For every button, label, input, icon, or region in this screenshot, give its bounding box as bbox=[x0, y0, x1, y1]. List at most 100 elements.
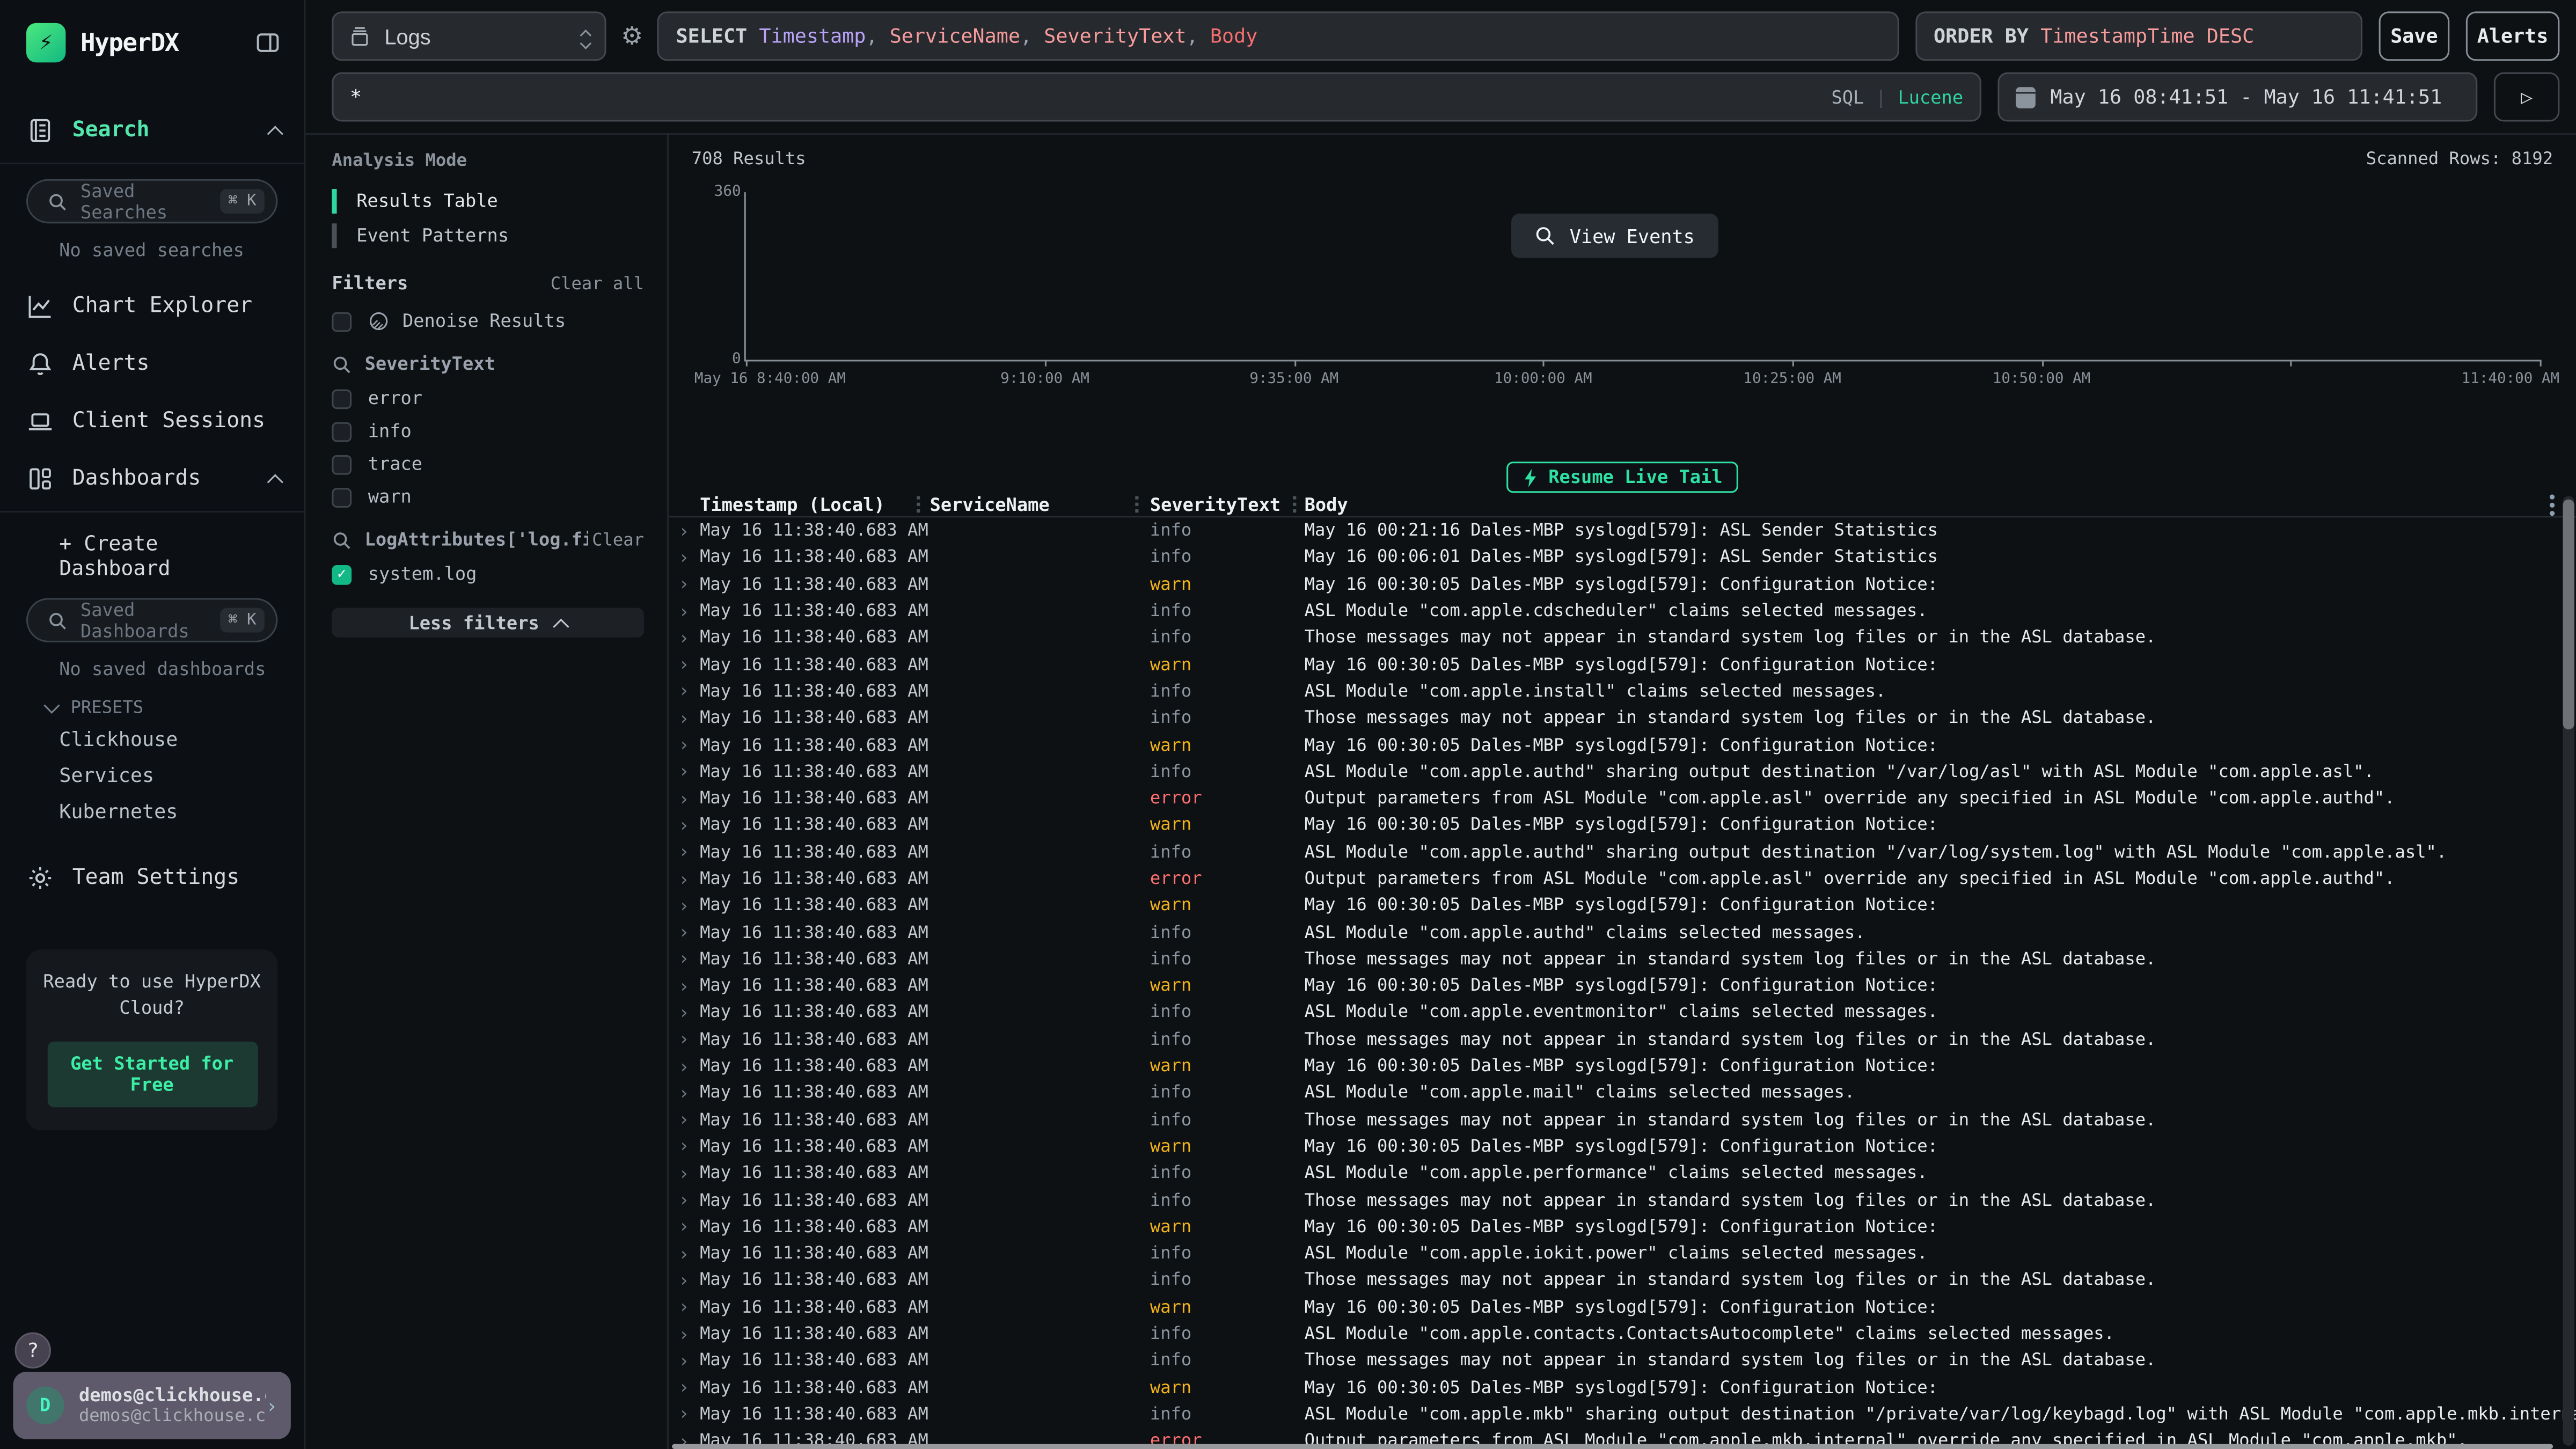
table-row[interactable]: › May 16 11:38:40.683 AM warn May 16 00:… bbox=[669, 812, 2576, 839]
expand-chevron-icon[interactable]: › bbox=[678, 1190, 689, 1211]
checkbox[interactable] bbox=[332, 487, 352, 507]
table-row[interactable]: › May 16 11:38:40.683 AM info May 16 00:… bbox=[669, 517, 2576, 544]
preset-item[interactable]: Clickhouse bbox=[0, 721, 304, 757]
expand-chevron-icon[interactable]: › bbox=[678, 1029, 689, 1050]
severity-filter-option[interactable]: info bbox=[332, 421, 644, 442]
table-row[interactable]: › May 16 11:38:40.683 AM info ASL Module… bbox=[669, 999, 2576, 1026]
run-query-button[interactable]: ▷ bbox=[2494, 72, 2559, 122]
table-row[interactable]: › May 16 11:38:40.683 AM info ASL Module… bbox=[669, 1240, 2576, 1267]
checkbox[interactable] bbox=[332, 454, 352, 474]
lucene-toggle[interactable]: Lucene bbox=[1898, 86, 1963, 108]
sidebar-item-dashboards[interactable]: Dashboards bbox=[0, 450, 304, 508]
table-row[interactable]: › May 16 11:38:40.683 AM warn May 16 00:… bbox=[669, 731, 2576, 758]
table-row[interactable]: › May 16 11:38:40.683 AM info ASL Module… bbox=[669, 1160, 2576, 1187]
expand-chevron-icon[interactable]: › bbox=[678, 574, 689, 595]
table-row[interactable]: › May 16 11:38:40.683 AM warn May 16 00:… bbox=[669, 571, 2576, 598]
expand-chevron-icon[interactable]: › bbox=[678, 734, 689, 756]
table-row[interactable]: › May 16 11:38:40.683 AM info Those mess… bbox=[669, 1348, 2576, 1374]
expand-chevron-icon[interactable]: › bbox=[678, 1056, 689, 1077]
expand-chevron-icon[interactable]: › bbox=[678, 1216, 689, 1238]
table-row[interactable]: › May 16 11:38:40.683 AM info Those mess… bbox=[669, 1026, 2576, 1053]
expand-chevron-icon[interactable]: › bbox=[678, 1350, 689, 1372]
preset-item[interactable]: Kubernetes bbox=[0, 794, 304, 830]
column-separator[interactable] bbox=[1135, 496, 1138, 513]
table-row[interactable]: › May 16 11:38:40.683 AM error Output pa… bbox=[669, 785, 2576, 812]
table-row[interactable]: › May 16 11:38:40.683 AM info ASL Module… bbox=[669, 1321, 2576, 1348]
table-row[interactable]: › May 16 11:38:40.683 AM info Those mess… bbox=[669, 1187, 2576, 1213]
column-header-severitytext[interactable]: SeverityText bbox=[1150, 494, 1280, 515]
presets-header[interactable]: PRESETS bbox=[0, 683, 304, 721]
column-header-servicename[interactable]: ServiceName bbox=[930, 494, 1050, 515]
source-selector[interactable]: Logs bbox=[332, 11, 606, 61]
clear-all-button[interactable]: Clear all bbox=[551, 274, 644, 294]
expand-chevron-icon[interactable]: › bbox=[678, 601, 689, 622]
table-row[interactable]: › May 16 11:38:40.683 AM info ASL Module… bbox=[669, 598, 2576, 625]
column-separator[interactable] bbox=[1293, 496, 1296, 513]
expand-chevron-icon[interactable]: › bbox=[678, 1377, 689, 1399]
table-row[interactable]: › May 16 11:38:40.683 AM info ASL Module… bbox=[669, 1401, 2576, 1428]
select-columns-input[interactable]: SELECT Timestamp, ServiceName, SeverityT… bbox=[658, 11, 1899, 61]
checkbox[interactable] bbox=[332, 421, 352, 441]
logattr-filter-option[interactable]: ✓ system.log bbox=[332, 564, 644, 585]
help-button[interactable]: ? bbox=[15, 1333, 51, 1368]
analysis-mode-option[interactable]: Results Table bbox=[332, 187, 644, 215]
search-icon[interactable] bbox=[332, 354, 352, 374]
expand-chevron-icon[interactable]: › bbox=[678, 547, 689, 568]
create-dashboard-button[interactable]: + Create Dashboard bbox=[0, 516, 304, 595]
expand-chevron-icon[interactable]: › bbox=[678, 895, 689, 917]
clear-filter-button[interactable]: Clear bbox=[592, 530, 644, 550]
sidebar-item-client-sessions[interactable]: Client Sessions bbox=[0, 393, 304, 450]
severity-filter-option[interactable]: error bbox=[332, 387, 644, 409]
expand-chevron-icon[interactable]: › bbox=[678, 1002, 689, 1023]
sql-toggle[interactable]: SQL bbox=[1831, 86, 1864, 108]
preset-item[interactable]: Services bbox=[0, 757, 304, 793]
sidebar-item-chart-explorer[interactable]: Chart Explorer bbox=[0, 277, 304, 335]
table-row[interactable]: › May 16 11:38:40.683 AM warn May 16 00:… bbox=[669, 972, 2576, 999]
expand-chevron-icon[interactable]: › bbox=[678, 975, 689, 997]
table-row[interactable]: › May 16 11:38:40.683 AM info Those mess… bbox=[669, 705, 2576, 731]
table-options-kebab-icon[interactable] bbox=[2550, 494, 2555, 516]
expand-chevron-icon[interactable]: › bbox=[678, 841, 689, 863]
sidebar-item-team-settings[interactable]: Team Settings bbox=[0, 850, 304, 907]
sidebar-item-search[interactable]: Search bbox=[0, 102, 304, 159]
sidebar-item-alerts[interactable]: Alerts bbox=[0, 335, 304, 392]
table-row[interactable]: › May 16 11:38:40.683 AM warn May 16 00:… bbox=[669, 1213, 2576, 1240]
get-started-button[interactable]: Get Started for Free bbox=[47, 1041, 257, 1107]
expand-chevron-icon[interactable]: › bbox=[678, 1243, 689, 1264]
expand-chevron-icon[interactable]: › bbox=[678, 868, 689, 890]
checkbox[interactable] bbox=[332, 389, 352, 408]
table-row[interactable]: › May 16 11:38:40.683 AM warn May 16 00:… bbox=[669, 1374, 2576, 1401]
table-row[interactable]: › May 16 11:38:40.683 AM info ASL Module… bbox=[669, 919, 2576, 946]
search-icon[interactable] bbox=[332, 530, 352, 550]
expand-chevron-icon[interactable]: › bbox=[678, 761, 689, 782]
language-toggle[interactable]: SQL | Lucene bbox=[1831, 86, 1963, 108]
table-row[interactable]: › May 16 11:38:40.683 AM warn May 16 00:… bbox=[669, 1294, 2576, 1321]
expand-chevron-icon[interactable]: › bbox=[678, 1082, 689, 1104]
expand-chevron-icon[interactable]: › bbox=[678, 708, 689, 729]
time-range-picker[interactable]: May 16 08:41:51 - May 16 11:41:51 bbox=[1997, 72, 2477, 122]
expand-chevron-icon[interactable]: › bbox=[678, 949, 689, 970]
collapse-sidebar-icon[interactable] bbox=[254, 30, 281, 56]
alerts-button[interactable]: Alerts bbox=[2466, 11, 2559, 61]
saved-dashboards-input[interactable]: Saved Dashboards ⌘ K bbox=[26, 598, 277, 642]
checkbox[interactable]: ✓ bbox=[332, 565, 352, 584]
expand-chevron-icon[interactable]: › bbox=[678, 1270, 689, 1291]
analysis-mode-option[interactable]: Event Patterns bbox=[332, 222, 644, 250]
search-query-input[interactable]: * SQL | Lucene bbox=[332, 72, 1981, 122]
denoise-results-row[interactable]: Denoise Results bbox=[332, 311, 644, 332]
column-separator[interactable] bbox=[917, 496, 920, 513]
order-by-input[interactable]: ORDER BY TimestampTime DESC bbox=[1915, 11, 2362, 61]
column-header-timestamp[interactable]: Timestamp (Local) bbox=[700, 494, 885, 515]
table-row[interactable]: › May 16 11:38:40.683 AM warn May 16 00:… bbox=[669, 652, 2576, 678]
table-row[interactable]: › May 16 11:38:40.683 AM info Those mess… bbox=[669, 946, 2576, 972]
expand-chevron-icon[interactable]: › bbox=[678, 654, 689, 676]
user-menu[interactable]: D demos@clickhouse.com demos@clickhouse.… bbox=[13, 1372, 290, 1439]
expand-chevron-icon[interactable]: › bbox=[678, 815, 689, 836]
expand-chevron-icon[interactable]: › bbox=[678, 1109, 689, 1131]
vertical-scrollbar[interactable] bbox=[2563, 496, 2574, 1445]
expand-chevron-icon[interactable]: › bbox=[678, 1404, 689, 1425]
expand-chevron-icon[interactable]: › bbox=[678, 1136, 689, 1158]
expand-chevron-icon[interactable]: › bbox=[678, 922, 689, 943]
denoise-checkbox[interactable] bbox=[332, 311, 352, 331]
table-row[interactable]: › May 16 11:38:40.683 AM warn May 16 00:… bbox=[669, 1133, 2576, 1160]
